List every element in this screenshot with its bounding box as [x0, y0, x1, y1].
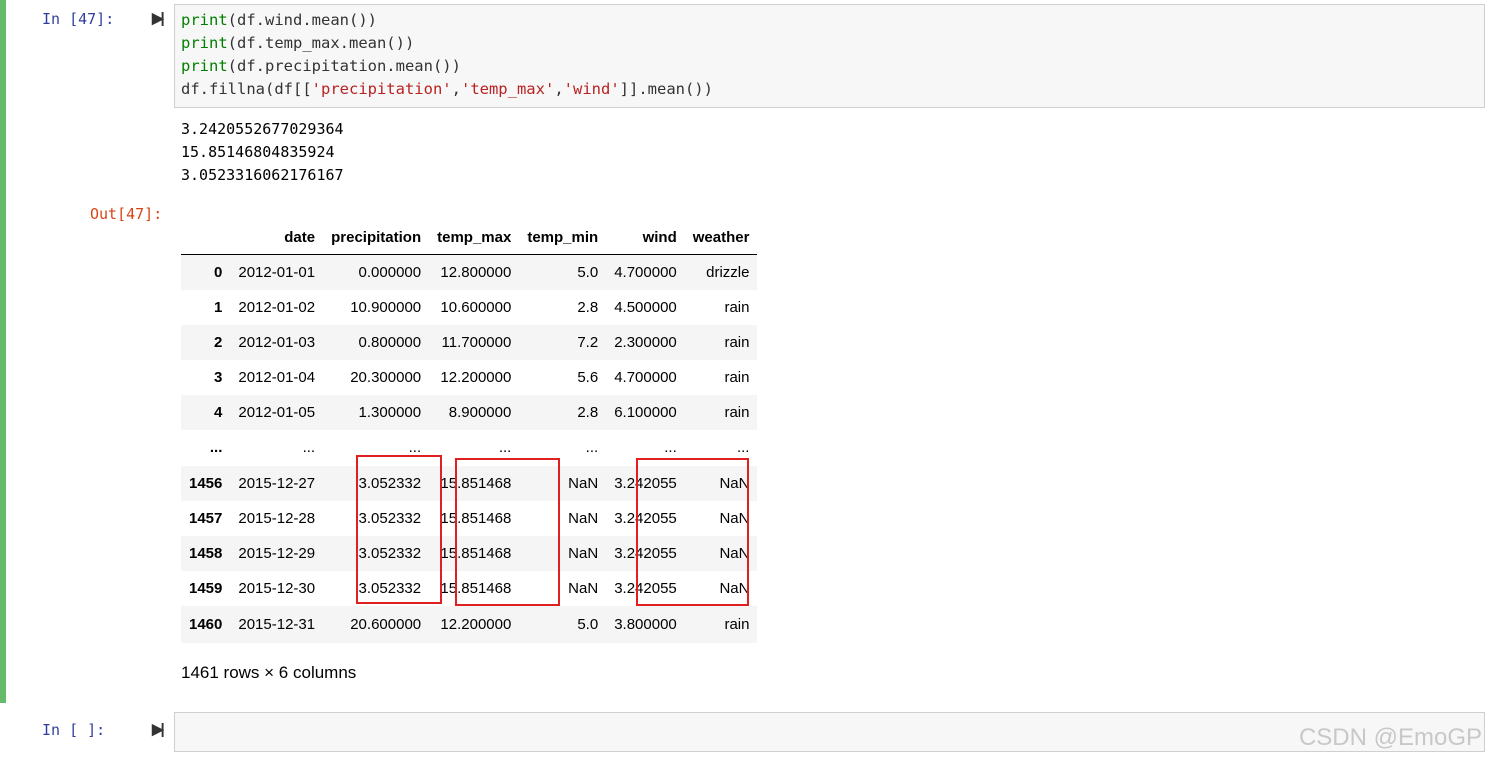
cell-date: ...	[302, 439, 316, 456]
cell-temp-min: 5.0	[577, 615, 599, 633]
run-cell-icon[interactable]: ▶|	[152, 9, 165, 27]
row-index: 1457	[189, 509, 223, 527]
stdout-line: 3.0523316062176167	[181, 166, 344, 184]
row-index: ...	[209, 439, 223, 456]
cell-temp-min: 5.6	[577, 368, 599, 386]
highlight-box-temp-max	[455, 458, 560, 606]
cell-temp-min: 5.0	[577, 263, 599, 281]
row-index: 1	[214, 298, 223, 316]
column-header-temp-min: temp_min	[519, 220, 607, 255]
cell-temp-min: 7.2	[577, 333, 599, 351]
code-line-4: df.fillna(df[['precipitation','temp_max'…	[181, 80, 713, 98]
code-line-2: print(df.temp_max.mean())	[181, 34, 415, 52]
input-prompt: In [47]:	[42, 10, 115, 28]
column-header-temp-max: temp_max	[429, 220, 520, 255]
cell-temp-max: 11.700000	[441, 333, 512, 351]
code-editor[interactable]	[174, 712, 1485, 752]
output-prompt: Out[47]:	[90, 205, 163, 223]
table-row: 2 2012-01-03 0.800000 11.700000 7.2 2.300000 r…	[181, 324, 758, 360]
cell-temp-max: 8.900000	[448, 403, 512, 421]
code-editor[interactable]: print(df.wind.mean()) print(df.temp_max.…	[174, 4, 1485, 108]
cell-date: 2015-12-31	[238, 615, 316, 633]
row-index: 1458	[189, 544, 223, 562]
cell-precipitation: 0.800000	[358, 333, 422, 351]
cell-date: 2012-01-02	[238, 298, 316, 316]
cell-date: 2015-12-30	[238, 579, 316, 597]
cell-temp-max: 10.600000	[440, 298, 512, 316]
column-header-date: date	[230, 220, 324, 255]
cell-date: 2012-01-04	[238, 368, 316, 386]
row-index: 1460	[189, 615, 223, 633]
cell-temp-max: 12.800000	[440, 263, 512, 281]
cell-date: 2012-01-01	[238, 263, 316, 281]
input-prompt: In [ ]:	[42, 721, 106, 739]
cell-wind: 4.700000	[614, 263, 677, 281]
column-header-precipitation: precipitation	[323, 220, 430, 255]
cell-date: 2012-01-05	[238, 403, 316, 421]
column-header-weather: weather	[684, 220, 758, 255]
row-index: 2	[214, 333, 223, 351]
cell-weather: rain	[724, 333, 750, 351]
row-index: 0	[214, 263, 223, 281]
selected-cell-indicator	[0, 0, 6, 703]
cell-weather: drizzle	[706, 263, 750, 281]
cell-temp-min: 2.8	[577, 298, 599, 316]
table-row: 3 2012-01-04 20.300000 12.200000 5.6 4.700000…	[181, 360, 757, 395]
run-cell-icon[interactable]: ▶|	[152, 720, 165, 738]
cell-precipitation: 1.300000	[358, 403, 422, 421]
cell-wind: 2.300000	[614, 333, 677, 351]
cell-precipitation: 20.300000	[350, 368, 422, 386]
code-line-1: print(df.wind.mean())	[181, 11, 377, 29]
table-row: 0 2012-01-01 0.000000 12.800000 5.0 4.700000 d…	[181, 254, 758, 290]
table-row: 1 2012-01-02 10.900000 10.600000 2.8 4.500000…	[181, 290, 757, 325]
highlight-box-precipitation	[356, 455, 442, 604]
code-line-3: print(df.precipitation.mean())	[181, 57, 461, 75]
table-row: 1460 2015-12-31 20.600000 12.200000 5.0 3.800…	[181, 605, 758, 643]
stdout-line: 3.2420552677029364	[181, 120, 344, 138]
row-index: 3	[214, 368, 223, 386]
dataframe-shape: 1461 rows × 6 columns	[181, 663, 357, 682]
cell-precipitation: 20.600000	[350, 615, 422, 633]
table-header-row: date precipitation temp_max temp_min win…	[181, 220, 758, 255]
cell-temp-max: 12.200000	[440, 368, 512, 386]
cell-temp-min: 2.8	[577, 403, 599, 421]
row-index: 4	[214, 403, 223, 421]
cell-temp-max: 12.200000	[440, 615, 512, 633]
stdout-line: 15.85146804835924	[181, 143, 335, 161]
cell-weather: rain	[724, 368, 750, 386]
watermark: CSDN @EmoGP	[1298, 724, 1482, 751]
cell-precipitation: 0.000000	[358, 263, 422, 281]
code-cell-47[interactable]: In [47]: ▶| print(df.wind.mean()) print(…	[0, 0, 1485, 703]
column-header-wind: wind	[606, 220, 685, 255]
cell-wind: 3.800000	[614, 615, 677, 633]
cell-weather: rain	[724, 403, 750, 421]
index-header	[181, 220, 231, 255]
cell-weather: rain	[724, 615, 750, 633]
row-index: 1459	[189, 579, 223, 597]
stdout-output: 3.2420552677029364 15.85146804835924 3.052…	[181, 118, 344, 187]
cell-date: 2015-12-29	[238, 544, 316, 562]
table-row: 4 2012-01-05 1.300000 8.900000 2.8 6.100000 ra…	[181, 394, 758, 430]
cell-date: 2012-01-03	[238, 333, 316, 351]
cell-wind: 6.100000	[614, 403, 677, 421]
cell-date: 2015-12-28	[238, 509, 316, 527]
cell-weather: rain	[724, 298, 750, 316]
cell-wind: 4.500000	[614, 298, 677, 316]
cell-precipitation: 10.900000	[350, 298, 422, 316]
cell-date: 2015-12-27	[238, 474, 316, 492]
row-index: 1456	[189, 474, 223, 492]
highlight-box-wind	[636, 458, 749, 606]
cell-wind: 4.700000	[614, 368, 677, 386]
